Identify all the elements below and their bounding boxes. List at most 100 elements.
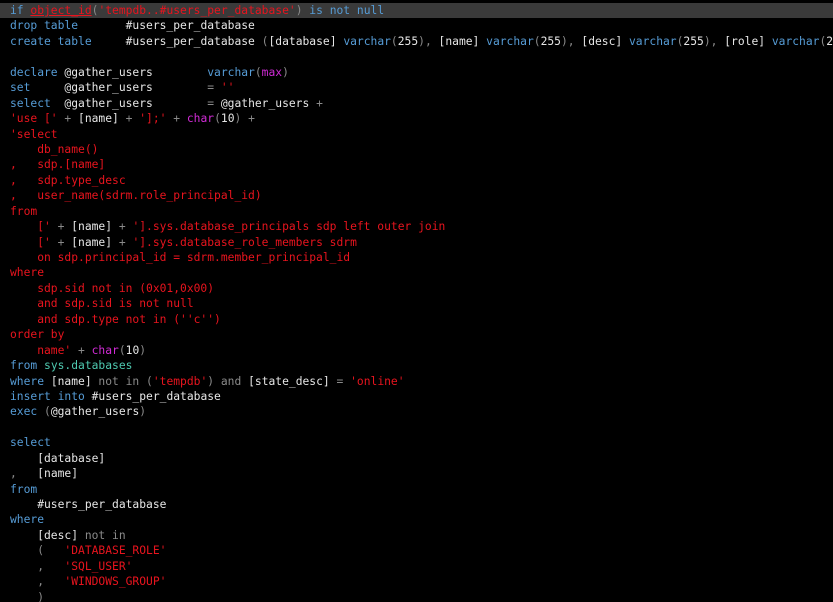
code-line[interactable]: exec (@gather_users) — [10, 404, 833, 419]
code-token: from — [10, 482, 38, 496]
code-token: select — [10, 96, 51, 110]
code-token: create table — [10, 34, 92, 48]
code-token: = — [207, 96, 221, 110]
code-token: 10 — [220, 112, 235, 126]
code-line[interactable]: set @gather_users = '' — [10, 80, 833, 95]
code-token: ( — [146, 374, 153, 388]
code-line[interactable]: #users_per_database — [10, 497, 833, 512]
code-token: ), — [418, 34, 439, 48]
code-line[interactable]: where — [10, 265, 833, 280]
code-line[interactable]: from sys.databases — [10, 358, 833, 373]
code-token: from — [10, 359, 45, 373]
code-token: ( — [118, 343, 126, 357]
code-token: varchar — [629, 34, 677, 48]
code-line[interactable]: and sdp.sid is not null — [10, 296, 833, 311]
code-line[interactable]: insert into #users_per_database — [10, 389, 833, 404]
code-line[interactable]: , sdp.[name] — [10, 157, 833, 172]
code-token: = — [207, 81, 221, 95]
code-line[interactable] — [10, 49, 833, 64]
code-token: ( — [44, 405, 51, 419]
code-token: + — [118, 112, 140, 126]
code-token: ( — [533, 34, 541, 48]
code-token: 'WINDOWS_GROUP' — [64, 575, 167, 589]
code-line[interactable]: if object_id('tempdb..#users_per_databas… — [0, 3, 833, 19]
sql-code-editor[interactable]: if object_id ('tempdb..#users_per_databas… — [0, 0, 833, 602]
code-line[interactable]: name' + char(10) — [10, 343, 833, 358]
code-line[interactable]: where [name] not in ('tempdb') and [stat… — [10, 374, 833, 389]
code-token: @gather_users — [30, 81, 208, 95]
code-line[interactable]: select @gather_users = @gather_users + — [10, 96, 833, 111]
code-line[interactable]: select — [10, 435, 833, 450]
code-token: [database] — [10, 451, 106, 465]
code-token: where — [10, 513, 45, 527]
code-token: ( — [10, 544, 65, 558]
code-line[interactable]: order by — [10, 327, 833, 342]
code-line[interactable]: 'use [' + [name] + '];' + char(10) + — [10, 111, 833, 126]
code-token: ) — [295, 4, 303, 17]
code-token: [name] — [78, 112, 119, 126]
code-token: 'tempdb..#users_per_database' — [98, 4, 296, 17]
code-token: + — [166, 112, 187, 126]
code-token: ), — [703, 34, 725, 48]
code-line[interactable]: and sdp.type not in (''c'') — [10, 312, 833, 327]
code-token: sys.databases — [44, 359, 133, 373]
code-token: from — [10, 204, 38, 218]
code-line[interactable]: where — [10, 512, 833, 527]
code-token: ( — [390, 34, 398, 48]
code-token: name' — [10, 343, 72, 357]
code-line[interactable]: 'select — [10, 127, 833, 142]
code-token: ( — [214, 112, 221, 126]
code-line[interactable]: ) — [10, 590, 833, 602]
code-line[interactable]: sdp.sid not in (0x01,0x00) — [10, 281, 833, 296]
code-token: is not null — [302, 4, 385, 17]
code-line[interactable]: from — [10, 482, 833, 497]
code-token: ) — [139, 405, 147, 419]
code-token: set — [10, 81, 31, 95]
code-line[interactable]: [desc] not in — [10, 528, 833, 543]
code-line[interactable]: , 'SQL_USER' — [10, 559, 833, 574]
code-token: 255 — [397, 34, 419, 48]
code-token: #users_per_database — [10, 498, 167, 511]
code-line[interactable]: , 'WINDOWS_GROUP' — [10, 574, 833, 589]
code-line[interactable]: on sdp.principal_id = sdrm.member_princi… — [10, 250, 833, 265]
code-token: 10 — [125, 343, 140, 357]
code-line[interactable]: [' + [name] + '].sys.database_principals… — [10, 219, 833, 234]
code-token: ) + — [234, 112, 255, 126]
code-text-area[interactable]: if object_id ('tempdb..#users_per_databas… — [0, 3, 833, 602]
code-token: 255 — [826, 34, 833, 48]
code-line[interactable] — [10, 420, 833, 435]
code-line[interactable]: create table #users_per_database ([datab… — [10, 34, 833, 49]
code-token: [desc] — [581, 34, 629, 48]
code-line[interactable]: db_name() — [10, 142, 833, 157]
code-line[interactable]: declare @gather_users varchar(max) — [10, 65, 833, 80]
code-line[interactable]: from — [10, 204, 833, 219]
code-line[interactable]: , [name] — [10, 466, 833, 481]
code-token: '];' — [139, 112, 167, 126]
code-token: varchar — [486, 34, 534, 48]
code-token: ) — [139, 343, 147, 357]
code-line[interactable]: [' + [name] + '].sys.database_role_membe… — [10, 235, 833, 250]
code-line[interactable]: , user_name(sdrm.role_principal_id) — [10, 188, 833, 203]
code-line[interactable]: [database] — [10, 451, 833, 466]
code-token: order by — [10, 328, 65, 342]
code-token: + — [71, 343, 92, 357]
code-token: [' — [10, 235, 51, 249]
code-token: ) — [207, 374, 221, 388]
code-token: 'select — [10, 127, 58, 141]
code-token: #users_per_database — [84, 389, 221, 403]
code-token: varchar — [771, 34, 820, 48]
code-token: [name] — [71, 235, 113, 249]
code-line[interactable]: , sdp.type_desc — [10, 173, 833, 188]
code-token: not in — [84, 528, 126, 542]
code-line[interactable]: ( 'DATABASE_ROLE' — [10, 543, 833, 558]
code-token: varchar — [343, 34, 391, 48]
code-token: insert into — [10, 389, 85, 403]
code-token: char — [186, 112, 215, 126]
code-line[interactable]: drop table #users_per_database — [10, 18, 833, 33]
code-token: [name] — [71, 220, 113, 234]
code-token: exec — [10, 405, 45, 419]
code-token: declare — [10, 65, 58, 79]
code-token: and sdp.type not in (''c'') — [10, 312, 221, 326]
code-token: db_name() — [10, 142, 99, 156]
